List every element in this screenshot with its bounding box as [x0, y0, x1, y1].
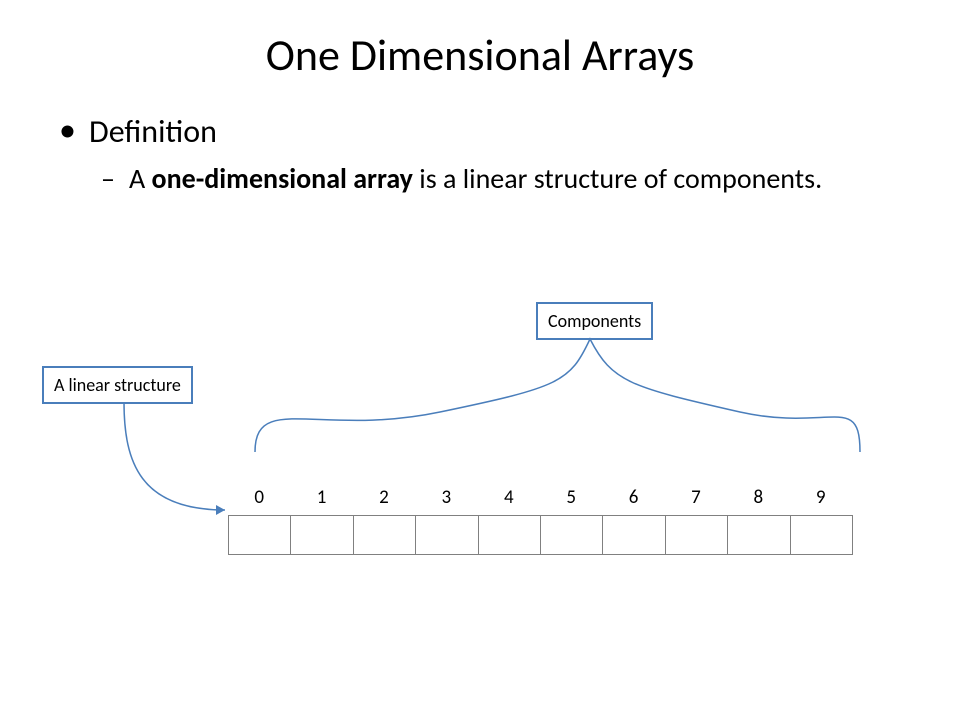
def-bold-term: one-dimensional array: [152, 161, 413, 196]
array-cell: [727, 515, 789, 555]
slide-title: One Dimensional Arrays: [0, 0, 960, 112]
array-cell: [540, 515, 602, 555]
arrow-head-icon: [216, 505, 225, 515]
def-suffix: is a linear structure of components.: [413, 161, 822, 196]
array-cells-row: [228, 515, 853, 555]
array-cell: [353, 515, 415, 555]
array-cell: [602, 515, 664, 555]
array-cell: [290, 515, 352, 555]
index-label: 3: [415, 486, 477, 509]
bullet-definition: Definition: [55, 112, 960, 151]
index-label: 0: [228, 486, 290, 509]
array-cell: [478, 515, 540, 555]
array-cell: [790, 515, 853, 555]
array-cell: [228, 515, 290, 555]
index-label: 1: [290, 486, 352, 509]
brace-components: [255, 339, 860, 452]
content-area: Definition A one-dimensional array is a …: [0, 112, 960, 196]
bullet-definition-text: A one-dimensional array is a linear stru…: [55, 151, 949, 196]
index-label: 7: [665, 486, 727, 509]
index-label: 5: [540, 486, 602, 509]
array-diagram: Components A linear structure 0 1 2 3 4 …: [0, 292, 960, 672]
index-row: 0 1 2 3 4 5 6 7 8 9: [228, 486, 853, 509]
index-label: 9: [790, 486, 852, 509]
array-cell: [415, 515, 477, 555]
index-label: 2: [353, 486, 415, 509]
array-table-wrap: 0 1 2 3 4 5 6 7 8 9: [228, 486, 853, 555]
index-label: 8: [727, 486, 789, 509]
arrow-linear-structure: [124, 402, 225, 510]
def-prefix: A: [129, 161, 152, 196]
index-label: 4: [478, 486, 540, 509]
diagram-connectors: [0, 292, 960, 672]
index-label: 6: [602, 486, 664, 509]
array-cell: [665, 515, 727, 555]
